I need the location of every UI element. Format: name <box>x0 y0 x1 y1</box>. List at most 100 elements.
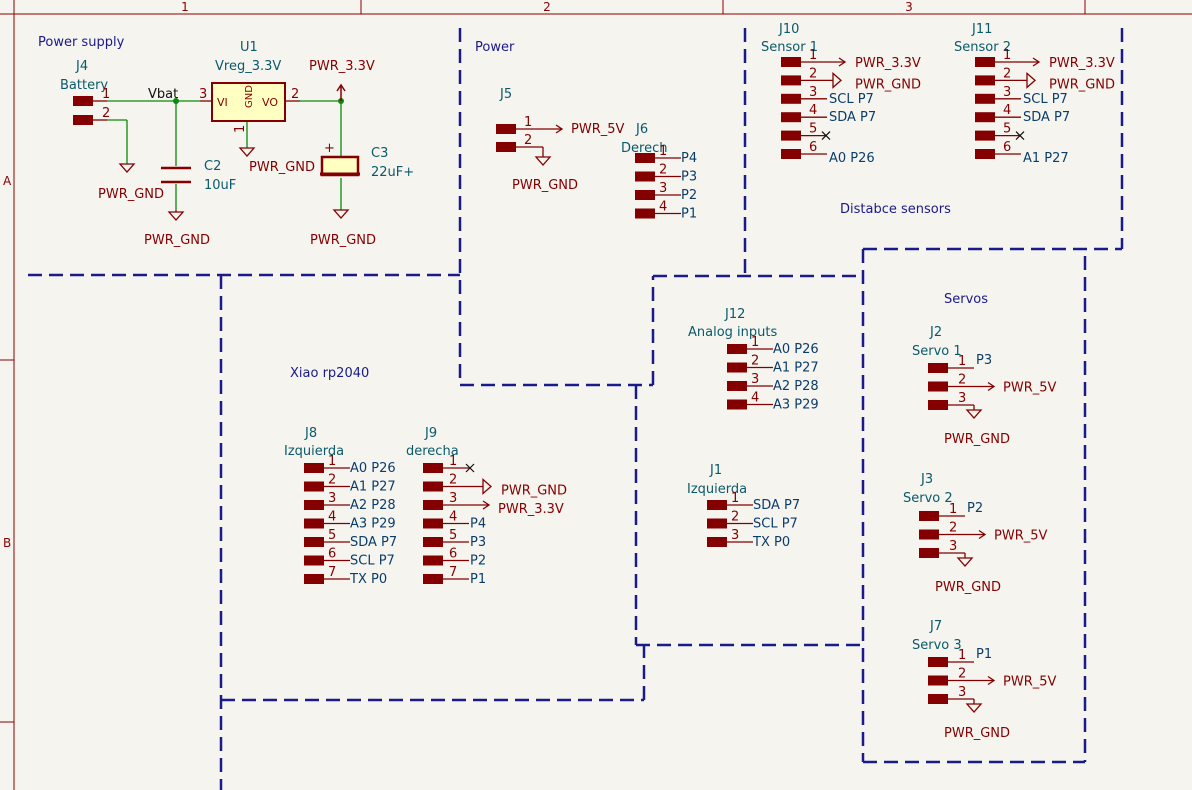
j8-pin-4-pad <box>304 518 324 529</box>
j11-pin-2-number: 2 <box>1003 66 1011 81</box>
j6-pin-1-number: 1 <box>659 144 667 159</box>
j9-pin-list: 1 2 PWR_GND 3 PWR_3.3V 4 P4 5 P3 6 P2 7 P1 <box>423 454 567 587</box>
gnd-c3-label: PWR_GND <box>310 233 376 248</box>
c2-reference: C2 <box>204 159 221 174</box>
j12-pin-4-label: A3 P29 <box>773 398 819 413</box>
servo-1-pin-1-pad <box>928 363 948 373</box>
note-power: Power <box>475 40 515 55</box>
j8-pin-7-label: TX P0 <box>349 572 387 587</box>
j10-pin-5-number: 5 <box>809 122 817 137</box>
j11-pin-6-pad <box>975 149 995 159</box>
u1-pin-1-number: 1 <box>233 125 248 133</box>
servo-2-pin-1-number: 1 <box>949 502 957 517</box>
j10-pin-5-pad <box>781 130 801 141</box>
servo-3-pwr-label: PWR_5V <box>1003 675 1056 690</box>
j12-value: Analog inputs <box>688 325 777 340</box>
j12-pin-3-number: 3 <box>751 372 759 387</box>
j6-pin-4-pad <box>635 208 655 219</box>
c2-capacitor-symbol <box>161 166 191 184</box>
servo-1-connector: J2 Servo 11 2 3 P3 PWR_5V PWR_GND <box>912 325 1056 447</box>
j1-pin-list: 1 SDA P7 2 SCL P7 3 TX P0 <box>707 491 800 550</box>
servo-2-pin-1-pad <box>919 511 939 521</box>
j10-pin-6-label: A0 P26 <box>829 151 875 166</box>
servo-3-signal-label: P1 <box>976 647 992 662</box>
servo-1-signal-label: P3 <box>976 353 992 368</box>
j1-pin-1-number: 1 <box>731 491 739 506</box>
servo-3-pin-2-pad <box>928 675 948 686</box>
c2-value: 10uF <box>204 178 236 193</box>
j6-reference: J6 <box>635 122 648 137</box>
j9-pin-6-number: 6 <box>449 547 457 562</box>
j9-pin-7-number: 7 <box>449 565 457 580</box>
j9-pin-5-label: P3 <box>470 535 486 550</box>
j9-pin-5-number: 5 <box>449 528 457 543</box>
j8-pin-3-pad <box>304 500 324 510</box>
j12-pin-1-number: 1 <box>751 335 759 350</box>
j9-pin-3-pad <box>423 500 443 510</box>
u1-pin-3-number: 3 <box>199 87 207 102</box>
j11-pin-1-pad <box>975 57 995 67</box>
j4-reference: J4 <box>75 59 88 74</box>
j8-pin-3-label: A2 P28 <box>350 498 396 513</box>
j1-reference: J1 <box>709 463 722 478</box>
servo-3-gnd-label: PWR_GND <box>944 726 1010 741</box>
gnd-c2-label: PWR_GND <box>144 233 210 248</box>
j10-pin-1-label: PWR_3.3V <box>855 56 921 71</box>
j10-pin-3-label: SCL P7 <box>829 92 874 107</box>
servo-list: J2Servo 1123P3PWR_5VPWR_GNDJ3Servo 2123P… <box>903 325 1056 741</box>
j1-pin-2-number: 2 <box>731 510 739 525</box>
j5-pin-2-pad <box>496 142 516 152</box>
j9-pin-3-label: PWR_3.3V <box>498 502 564 517</box>
j12-pin-4-pad <box>727 399 747 410</box>
j11-pin-list: 1 PWR_3.3V 2 PWR_GND 3 SCL P7 4 SDA P7 5 6 A1 P27 <box>975 48 1115 166</box>
schematic-canvas: 1 2 3 A B Power supply Power Distabce se… <box>0 0 1192 790</box>
j5-reference: J5 <box>499 87 512 102</box>
servo-1-pin-2-number: 2 <box>958 373 966 388</box>
gnd-symbol-icon <box>482 478 492 495</box>
j9-pin-4-label: P4 <box>470 517 486 532</box>
servo-2-pin-2-pad <box>919 529 939 540</box>
j6-pin-2-number: 2 <box>659 163 667 178</box>
c3-reference: C3 <box>371 146 388 161</box>
j4-pin-2-pad <box>73 115 93 125</box>
servo-2-signal-label: P2 <box>967 501 983 516</box>
servo-1-gnd-label: PWR_GND <box>944 432 1010 447</box>
j11-pin-4-label: SDA P7 <box>1023 110 1070 125</box>
j4-pin-2-number: 2 <box>102 106 110 121</box>
c3-capacitor-symbol <box>320 155 360 177</box>
servo-3-reference: J7 <box>929 619 942 634</box>
frame-row-b: B <box>3 536 11 550</box>
j1-pin-2-label: SCL P7 <box>753 517 798 532</box>
j8-pin-2-pad <box>304 481 324 492</box>
j8-pin-2-label: A1 P27 <box>350 480 396 495</box>
j11-pin-2-pad <box>975 75 995 86</box>
j8-reference: J8 <box>304 426 317 441</box>
servo-2-pin-3-pad <box>919 548 939 558</box>
servo-1-reference: J2 <box>929 325 942 340</box>
j12-pin-1-pad <box>727 344 747 354</box>
j9-pin-5-pad <box>423 537 443 547</box>
j11-pin-4-number: 4 <box>1003 103 1011 118</box>
gnd-symbol-icon <box>1026 71 1036 89</box>
pwr-3v3-arrow-icon <box>336 83 346 101</box>
j11-pin-3-number: 3 <box>1003 85 1011 100</box>
j8-pin-1-pad <box>304 463 324 473</box>
j10-pin-4-pad <box>781 112 801 123</box>
j8-pin-3-number: 3 <box>328 491 336 506</box>
j8-pin-4-label: A3 P29 <box>350 517 396 532</box>
j1-pin-3-number: 3 <box>731 528 739 543</box>
j9-pin-7-pad <box>423 574 443 584</box>
j6-pin-3-number: 3 <box>659 181 667 196</box>
j11-pin-6-number: 6 <box>1003 140 1011 155</box>
servo-3-value: Servo 3 <box>912 638 962 653</box>
servo-2-pwr-label: PWR_5V <box>994 529 1047 544</box>
servo-1-pin-2-pad <box>928 381 948 392</box>
servo-2-gnd-label: PWR_GND <box>935 580 1001 595</box>
j5-pwr5v-label: PWR_5V <box>571 122 624 137</box>
j9-pin-6-label: P2 <box>470 554 486 569</box>
j1-pin-3-label: TX P0 <box>752 535 790 550</box>
u1-reference: U1 <box>240 40 258 55</box>
u1-vi-label: VI <box>217 96 228 109</box>
gnd-symbol-icon <box>956 557 974 567</box>
j12-reference: J12 <box>724 307 745 322</box>
